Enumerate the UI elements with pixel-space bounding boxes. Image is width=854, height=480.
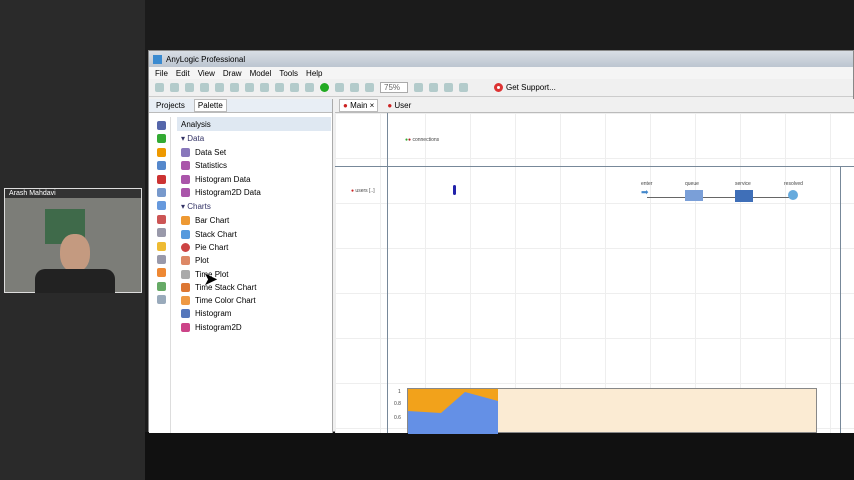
queue-block[interactable]: queue <box>685 181 703 201</box>
get-support-button[interactable]: Get Support... <box>494 83 556 92</box>
menu-view[interactable]: View <box>198 69 215 78</box>
select-icon[interactable] <box>429 83 438 92</box>
analysis-palette: Analysis ▾ Data Data Set Statistics Hist… <box>177 117 331 334</box>
grid-icon[interactable] <box>444 83 453 92</box>
anylogic-window: AnyLogic Professional File Edit View Dra… <box>148 50 854 434</box>
editor-area: ● Main × ● User ●● connections ● users [.… <box>335 99 854 434</box>
palette-panel: Projects Palette Analysis ▾ Data Data Set… <box>149 99 333 433</box>
palette-item-time-stack-chart[interactable]: Time Stack Chart <box>177 281 331 294</box>
palette-item-statistics[interactable]: Statistics <box>177 159 331 172</box>
resolved-block[interactable]: resolved <box>784 181 803 200</box>
lifebuoy-icon <box>494 83 503 92</box>
tick-1: 1 <box>398 389 401 395</box>
category-icon[interactable] <box>157 214 166 224</box>
palette-item-histogram2d-data[interactable]: Histogram2D Data <box>177 186 331 199</box>
tick-0.8: 0.8 <box>394 401 401 407</box>
tab-palette[interactable]: Palette <box>193 99 227 112</box>
palette-item-histogram[interactable]: Histogram <box>177 307 331 320</box>
get-support-label: Get Support... <box>506 83 556 92</box>
anylogic-logo-icon <box>153 54 162 64</box>
palette-item-plot[interactable]: Plot <box>177 254 331 267</box>
person-body <box>35 269 115 293</box>
tab-main[interactable]: ● Main × <box>339 99 379 112</box>
enter-block[interactable]: enter ➡ <box>641 181 652 198</box>
palette-item-time-plot[interactable]: Time Plot <box>177 267 331 280</box>
mouse-cursor-icon: ➤ <box>203 269 219 289</box>
menu-edit[interactable]: Edit <box>176 69 190 78</box>
cut-icon[interactable] <box>245 83 254 92</box>
palette-category-bar <box>153 117 171 433</box>
person-icon[interactable] <box>453 185 456 195</box>
title-bar: AnyLogic Professional <box>149 51 853 67</box>
menu-model[interactable]: Model <box>250 69 272 78</box>
chart-areas <box>408 389 498 434</box>
tab-user[interactable]: ● User <box>384 100 414 111</box>
layers-icon[interactable] <box>459 83 468 92</box>
category-icon[interactable] <box>157 187 166 197</box>
new-icon[interactable] <box>155 83 164 92</box>
paste-icon[interactable] <box>275 83 284 92</box>
palette-item-data-set[interactable]: Data Set <box>177 146 331 159</box>
category-icon[interactable] <box>157 161 166 171</box>
category-icon[interactable] <box>157 134 166 144</box>
menu-bar: File Edit View Draw Model Tools Help <box>149 67 853 79</box>
menu-help[interactable]: Help <box>306 69 322 78</box>
connections-object[interactable]: ●● connections <box>405 137 439 143</box>
palette-header: Analysis <box>177 117 331 131</box>
menu-draw[interactable]: Draw <box>223 69 242 78</box>
person-face <box>60 234 90 272</box>
toolbar: 75% Get Support... <box>149 79 853 97</box>
palette-item-stack-chart[interactable]: Stack Chart <box>177 227 331 240</box>
menu-tools[interactable]: Tools <box>279 69 298 78</box>
category-icon[interactable] <box>157 281 166 291</box>
category-icon[interactable] <box>157 147 166 157</box>
zoom-in-icon[interactable] <box>365 83 374 92</box>
tick-0.6: 0.6 <box>394 415 401 421</box>
zoom-icon[interactable] <box>414 83 423 92</box>
background-bottom <box>145 432 854 480</box>
zoom-select[interactable]: 75% <box>380 82 408 93</box>
category-icon[interactable] <box>157 174 166 184</box>
save-icon[interactable] <box>185 83 194 92</box>
window-title: AnyLogic Professional <box>166 54 246 64</box>
palette-item-time-color-chart[interactable]: Time Color Chart <box>177 294 331 307</box>
undo-icon[interactable] <box>215 83 224 92</box>
category-icon[interactable] <box>157 268 166 278</box>
palette-item-histogram2d[interactable]: Histogram2D <box>177 321 331 334</box>
build-icon[interactable] <box>305 83 314 92</box>
service-block[interactable]: service <box>735 181 753 202</box>
redo-icon[interactable] <box>230 83 239 92</box>
debug-icon[interactable] <box>335 83 344 92</box>
webcam-overlay: Arash Mahdavi <box>4 188 142 293</box>
run-icon[interactable] <box>320 83 329 92</box>
model-canvas[interactable]: ●● connections ● users [..] enter ➡ queue… <box>335 113 854 434</box>
webcam-name: Arash Mahdavi <box>5 189 141 198</box>
tab-projects[interactable]: Projects <box>153 100 188 111</box>
users-population[interactable]: ● users [..] <box>351 188 375 194</box>
palette-item-bar-chart[interactable]: Bar Chart <box>177 214 331 227</box>
category-icon[interactable] <box>157 228 166 238</box>
section-data[interactable]: ▾ Data <box>177 131 331 146</box>
section-charts[interactable]: ▾ Charts <box>177 199 331 214</box>
palette-item-pie-chart[interactable]: Pie Chart <box>177 241 331 254</box>
menu-file[interactable]: File <box>155 69 168 78</box>
category-icon[interactable] <box>157 201 166 211</box>
save-all-icon[interactable] <box>200 83 209 92</box>
open-icon[interactable] <box>170 83 179 92</box>
time-stack-chart[interactable]: 1 0.8 0.6 <box>394 388 817 434</box>
stop-icon[interactable] <box>350 83 359 92</box>
category-icon[interactable] <box>157 295 166 305</box>
copy-icon[interactable] <box>260 83 269 92</box>
palette-item-histogram-data[interactable]: Histogram Data <box>177 173 331 186</box>
category-icon[interactable] <box>157 254 166 264</box>
category-icon[interactable] <box>157 241 166 251</box>
delete-icon[interactable] <box>290 83 299 92</box>
category-icon[interactable] <box>157 121 166 130</box>
